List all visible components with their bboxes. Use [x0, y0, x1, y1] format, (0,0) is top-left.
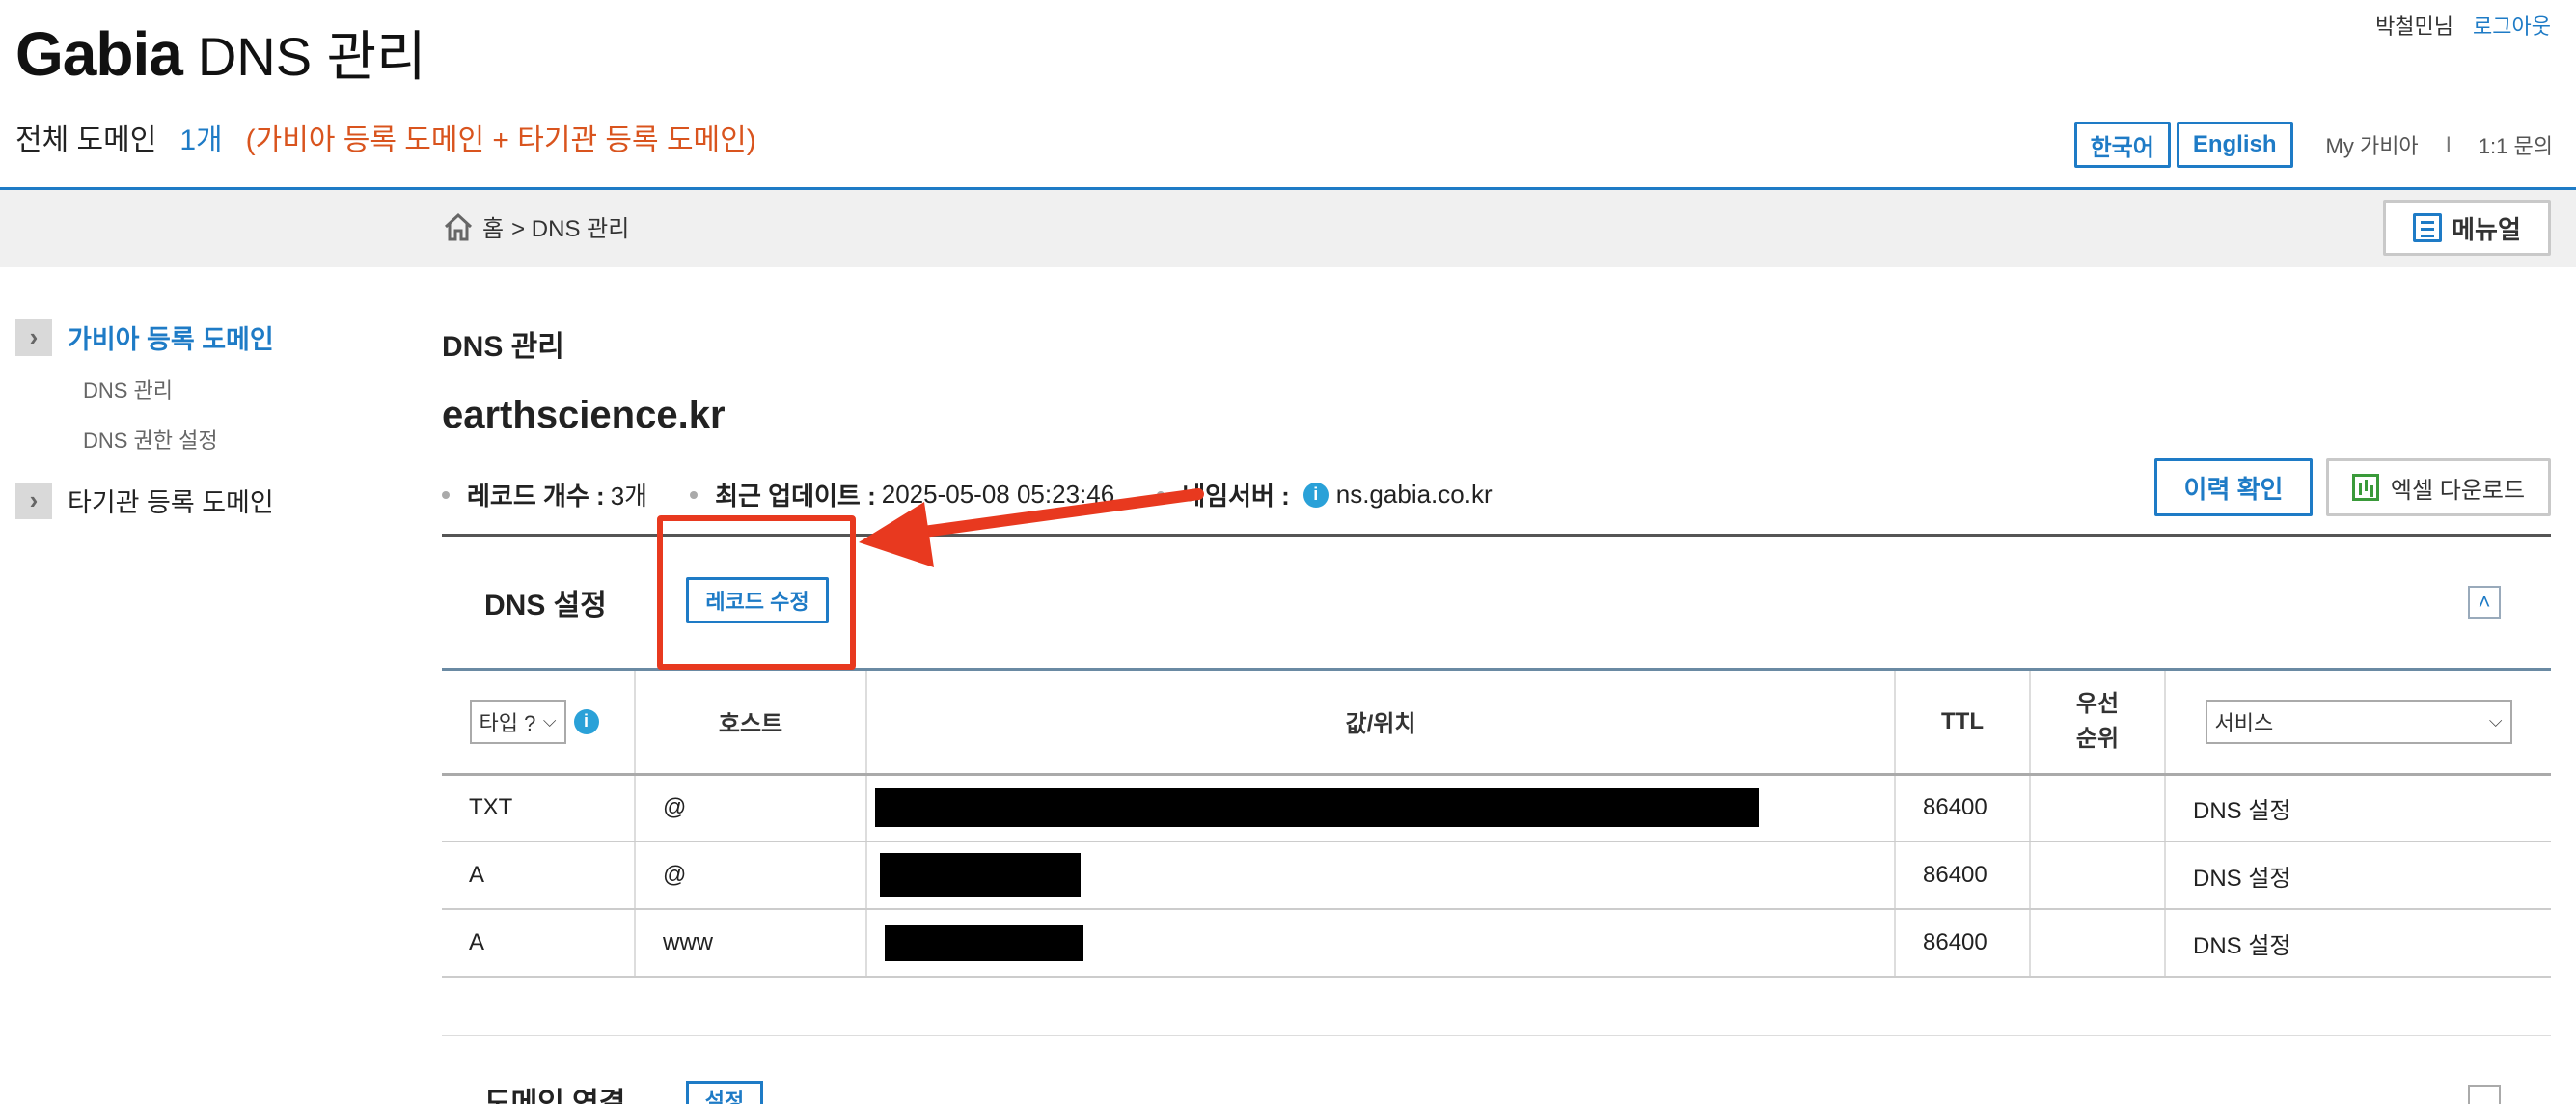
- dns-records-table: 타입 ? ⌵ i 호스트 값/위치 TTL 우선 순위 서비스 ⌵ TXT @ …: [442, 671, 2551, 978]
- history-button[interactable]: 이력 확인: [2154, 458, 2313, 516]
- chevron-up-icon: ˄: [2478, 590, 2491, 614]
- type-filter-select[interactable]: 타입 ? ⌵: [469, 699, 566, 744]
- info-icon[interactable]: i: [1302, 482, 1329, 508]
- domain-connect-title: 도메인 연결: [484, 1088, 626, 1104]
- record-host: @: [635, 842, 867, 910]
- breadcrumb-home[interactable]: 홈: [482, 209, 504, 243]
- record-value: [866, 774, 1896, 842]
- excel-download-button[interactable]: 엑셀 다운로드: [2326, 458, 2551, 516]
- chevron-right-icon: ›: [15, 318, 52, 356]
- service-filter-select[interactable]: 서비스 ⌵: [2205, 699, 2512, 744]
- section-divider: [442, 1035, 2551, 1036]
- panel-title: DNS 설정: [484, 590, 607, 621]
- ttl-column-header: TTL: [1895, 671, 2031, 776]
- record-count-value: 3개: [610, 482, 648, 511]
- annotation-arrow-icon: [859, 488, 1204, 567]
- summary-count: 1개: [179, 124, 223, 156]
- record-ttl: 86400: [1895, 909, 2031, 978]
- collapse-button[interactable]: ˄: [2468, 586, 2501, 619]
- record-service: DNS 설정: [2165, 842, 2551, 910]
- sidebar: › 가비아 등록 도메인 DNS 관리 DNS 권한 설정 › 타기관 등록 도…: [15, 318, 401, 537]
- sidebar-item-label: 타기관 등록 도메인: [68, 488, 274, 517]
- host-column-header: 호스트: [635, 671, 867, 776]
- table-row[interactable]: A @ 86400 DNS 설정: [442, 842, 2551, 910]
- user-name: 박철민님: [2375, 14, 2454, 39]
- record-ttl: 86400: [1895, 842, 2031, 910]
- type-column-header: 타입 ? ⌵ i: [442, 671, 636, 776]
- record-value: [866, 842, 1896, 910]
- chevron-down-icon: ⌵: [2488, 711, 2503, 731]
- service-filter-value: 서비스: [2214, 710, 2274, 735]
- type-filter-value: 타입 ?: [479, 710, 536, 735]
- record-host: @: [635, 774, 867, 842]
- redacted-value: [885, 925, 1083, 961]
- manual-label: 메뉴얼: [2452, 214, 2521, 244]
- manual-button[interactable]: 메뉴얼: [2383, 200, 2551, 256]
- sidebar-item-label: 가비아 등록 도메인: [68, 325, 274, 354]
- domain-connect-settings-button[interactable]: 설정: [686, 1081, 763, 1104]
- table-row[interactable]: A www 86400 DNS 설정: [442, 909, 2551, 978]
- collapse-button[interactable]: [2468, 1085, 2501, 1104]
- record-priority: [2030, 842, 2166, 910]
- record-priority: [2030, 909, 2166, 978]
- record-priority: [2030, 774, 2166, 842]
- service-column-header: 서비스 ⌵: [2165, 671, 2551, 776]
- section-title: DNS 관리: [442, 331, 564, 363]
- table-row[interactable]: TXT @ 86400 DNS 설정: [442, 774, 2551, 842]
- table-header-row: 타입 ? ⌵ i 호스트 값/위치 TTL 우선 순위 서비스 ⌵: [442, 671, 2551, 776]
- nameserver: 네임서버 : i ns.gabia.co.kr: [1157, 477, 1493, 512]
- record-count-label: 레코드 개수 :: [467, 482, 605, 511]
- page-heading: DNS 관리: [197, 26, 426, 87]
- lang-en-button[interactable]: English: [2176, 122, 2293, 168]
- summary-label: 전체 도메인: [15, 124, 157, 156]
- value-column-header: 값/위치: [866, 671, 1896, 776]
- excel-download-label: 엑셀 다운로드: [2390, 477, 2526, 504]
- breadcrumb: 홈 > DNS 관리: [442, 209, 629, 243]
- priority-header-label: 우선 순위: [2075, 690, 2120, 752]
- domain-name: earthscience.kr: [442, 394, 726, 436]
- inquiry-link[interactable]: 1:1 문의: [2479, 129, 2553, 160]
- summary-desc: (가비아 등록 도메인 + 타기관 등록 도메인): [245, 124, 756, 156]
- chevron-right-icon: ›: [15, 482, 52, 519]
- sidebar-subitem-dns-manage[interactable]: DNS 관리: [83, 373, 401, 404]
- record-type: TXT: [442, 774, 636, 842]
- record-count: 레코드 개수 : 3개: [442, 477, 647, 512]
- user-area: 박철민님 로그아웃: [2375, 10, 2551, 41]
- sidebar-item-gabia-domains[interactable]: › 가비아 등록 도메인: [15, 318, 401, 356]
- link-separator: I: [2445, 132, 2452, 156]
- record-host: www: [635, 909, 867, 978]
- home-icon[interactable]: [442, 210, 475, 243]
- logout-link[interactable]: 로그아웃: [2473, 10, 2551, 41]
- sidebar-subitem-dns-permission[interactable]: DNS 권한 설정: [83, 424, 401, 455]
- brand: Gabia DNS 관리: [15, 14, 426, 91]
- priority-column-header: 우선 순위: [2030, 671, 2166, 776]
- domain-summary: 전체 도메인 1개 (가비아 등록 도메인 + 타기관 등록 도메인): [15, 116, 756, 158]
- document-icon: [2413, 213, 2443, 242]
- record-type: A: [442, 842, 636, 910]
- annotation-highlight-box: [657, 515, 856, 670]
- my-gabia-link[interactable]: My 가비아: [2326, 129, 2419, 160]
- breadcrumb-bar: 홈 > DNS 관리 메뉴얼: [0, 190, 2576, 267]
- breadcrumb-current: > DNS 관리: [511, 216, 630, 242]
- record-ttl: 86400: [1895, 774, 2031, 842]
- redacted-value: [875, 788, 1759, 828]
- record-service: DNS 설정: [2165, 909, 2551, 978]
- record-service: DNS 설정: [2165, 774, 2551, 842]
- sidebar-item-other-domains[interactable]: › 타기관 등록 도메인: [15, 482, 401, 519]
- chart-icon: [2351, 474, 2379, 501]
- bullet: [442, 490, 450, 499]
- record-type: A: [442, 909, 636, 978]
- info-icon[interactable]: i: [573, 708, 599, 734]
- lang-ko-button[interactable]: 한국어: [2073, 122, 2171, 168]
- chevron-down-icon: ⌵: [542, 711, 557, 731]
- record-value: [866, 909, 1896, 978]
- bullet: [690, 490, 699, 499]
- gabia-logo[interactable]: Gabia: [15, 18, 183, 90]
- redacted-value: [880, 853, 1081, 897]
- nameserver-value: ns.gabia.co.kr: [1335, 480, 1493, 509]
- top-links: 한국어 English My 가비아 I 1:1 문의: [2073, 122, 2553, 168]
